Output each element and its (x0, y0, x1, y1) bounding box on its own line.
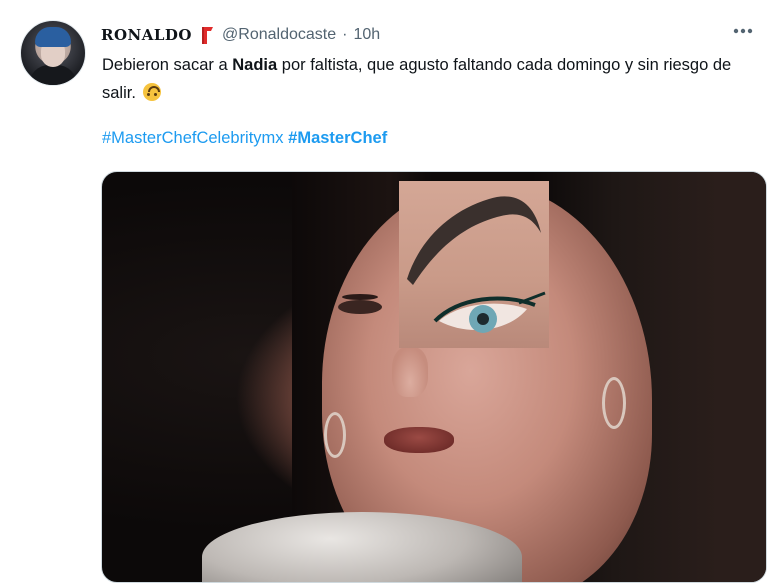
flag-icon (198, 25, 216, 45)
hashtags: #MasterChefCelebritymx #MasterChef (102, 129, 387, 148)
tweet-text: Debieron sacar a Nadia por faltista, que… (102, 51, 752, 107)
hashtag-link[interactable]: #MasterChef (288, 129, 387, 147)
tweet-text-part1: Debieron sacar a (102, 56, 233, 74)
tweet-text-bold: Nadia (232, 56, 278, 74)
more-horizontal-icon[interactable] (728, 20, 758, 42)
upside-down-face-icon (142, 83, 161, 101)
tweet[interactable]: RONALDO @Ronaldocaste · 10h Debieron sac… (0, 0, 768, 585)
tweet-header: RONALDO @Ronaldocaste · 10h (101, 24, 380, 46)
tweet-media-image[interactable] (101, 171, 767, 583)
avatar-hair (35, 27, 71, 47)
eyebrow-overlay-image (399, 181, 549, 348)
avatar[interactable] (20, 20, 86, 86)
avatar-body (29, 65, 77, 85)
display-name[interactable]: RONALDO (101, 26, 192, 44)
handle[interactable]: @Ronaldocaste (222, 26, 336, 44)
separator-dot: · (342, 26, 348, 43)
hashtag-link[interactable]: #MasterChefCelebritymx (102, 129, 284, 147)
timestamp[interactable]: 10h (353, 26, 380, 44)
